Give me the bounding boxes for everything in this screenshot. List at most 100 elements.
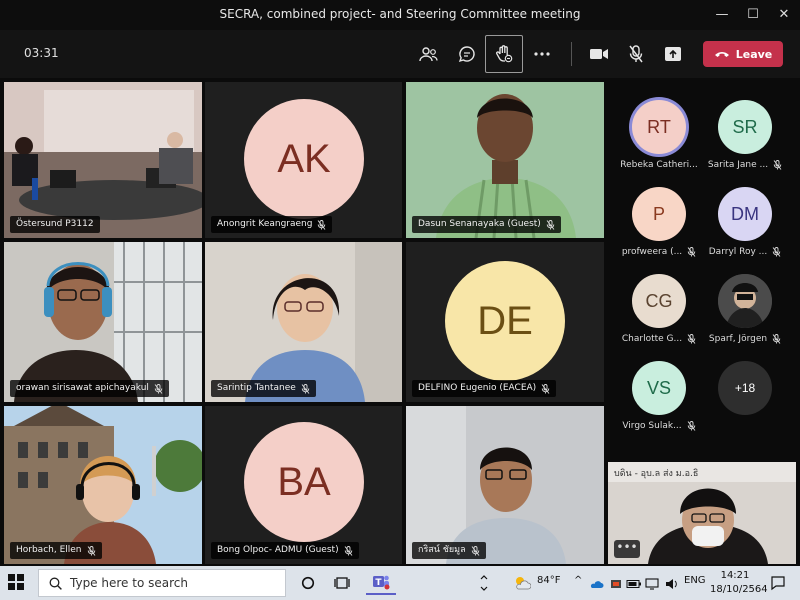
participant-video (4, 242, 202, 402)
phone-hangup-icon (714, 52, 729, 57)
roster-participant[interactable]: SR Sarita Jane ... (702, 100, 788, 180)
share-screen-icon (665, 47, 681, 61)
mic-off-icon (318, 219, 326, 230)
raise-hand-button[interactable] (485, 35, 523, 73)
more-icon (534, 52, 550, 56)
cortana-icon (301, 576, 315, 590)
video-tile[interactable]: AK Anongrit Keangraeng (205, 82, 402, 238)
roster-participant[interactable]: CG Charlotte G... (616, 274, 702, 354)
leave-label: Leave (735, 47, 773, 61)
roster-participant-name: Sparf, Jörgen (702, 334, 788, 344)
participant-video (4, 406, 202, 564)
mic-off-icon (541, 383, 550, 394)
mic-off-icon (87, 545, 95, 556)
conference-room-video (4, 82, 202, 238)
cloud-icon (590, 581, 604, 588)
chat-button[interactable] (450, 38, 484, 70)
app-tray-icon (611, 580, 621, 588)
participant-video (406, 406, 604, 564)
minimize-button[interactable]: — (711, 4, 733, 26)
taskbar-overflow-chevron[interactable] (477, 571, 491, 595)
windows-taskbar: Type here to search T 84°F ^ ENG 14:21 1… (0, 566, 800, 600)
participant-name-tag: กริสน์ ชัยมูล (412, 542, 486, 559)
video-tile[interactable]: Dasun Senanayaka (Guest) (406, 82, 604, 238)
meeting-toolbar: 03:31 Leave (0, 30, 800, 78)
meeting-stage: Östersund P3112 AK Anongrit Keangraeng D… (0, 78, 800, 566)
mic-off-icon (687, 334, 696, 344)
mic-off-icon (772, 334, 781, 344)
participant-avatar: DE (445, 261, 565, 381)
window-title-bar: SECRA, combined project- and Steering Co… (0, 0, 800, 30)
cortana-button[interactable] (296, 571, 320, 595)
weather-widget-icon[interactable] (510, 571, 534, 595)
close-button[interactable]: ✕ (773, 4, 795, 26)
roster-participant[interactable]: Sparf, Jörgen (702, 274, 788, 354)
participant-photo-avatar (718, 274, 772, 328)
raise-hand-icon (496, 45, 513, 63)
toolbar-divider (571, 42, 572, 66)
meeting-timer: 03:31 (24, 46, 59, 60)
taskbar-clock[interactable]: 14:21 18/10/2564 (710, 569, 768, 597)
volume-icon[interactable] (660, 572, 684, 596)
tray-expand-icon[interactable]: ^ (574, 575, 582, 586)
video-tile[interactable]: orawan sirisawat apichayakul (4, 242, 202, 402)
self-view-more-button[interactable]: ••• (614, 540, 640, 558)
chat-icon (458, 46, 475, 63)
people-button[interactable] (412, 38, 446, 70)
search-icon (49, 577, 62, 590)
teams-icon: T (373, 575, 390, 590)
video-tile[interactable]: BA Bong Olpoc- ADMU (Guest) (205, 406, 402, 564)
teams-taskbar-button[interactable]: T (366, 571, 396, 595)
mic-button[interactable] (619, 38, 653, 70)
taskbar-search-box[interactable]: Type here to search (38, 569, 286, 597)
leave-button[interactable]: Leave (703, 41, 783, 67)
roster-participant[interactable]: P profweera (... (616, 187, 702, 267)
task-view-button[interactable] (330, 571, 354, 595)
notification-button[interactable] (766, 571, 790, 595)
more-actions-button[interactable] (525, 38, 559, 70)
participant-name-tag: Östersund P3112 (10, 216, 100, 233)
video-tile[interactable]: Sarintip Tantanee (205, 242, 402, 402)
participant-avatar: VS (632, 361, 686, 415)
roster-participant-name: Virgo Sulak... (616, 421, 702, 431)
speaker-icon (666, 579, 677, 589)
participant-name-tag: orawan sirisawat apichayakul (10, 380, 169, 397)
participant-avatar: CG (632, 274, 686, 328)
video-tile[interactable]: DE DELFINO Eugenio (EACEA) (406, 242, 604, 402)
notification-icon (771, 576, 785, 591)
participant-avatar: DM (718, 187, 772, 241)
task-view-icon (334, 577, 350, 589)
maximize-button[interactable]: ☐ (742, 4, 764, 26)
participant-video (406, 82, 604, 238)
display-icon (645, 578, 659, 590)
roster-participant[interactable]: DM Darryl Roy ... (702, 187, 788, 267)
participant-avatar: RT (632, 100, 686, 154)
mic-off-icon (629, 45, 643, 63)
people-icon (419, 47, 438, 62)
roster-overflow[interactable]: +18 (702, 361, 788, 441)
mic-off-icon (301, 383, 310, 394)
mic-off-icon (546, 219, 555, 230)
camera-button[interactable] (582, 38, 616, 70)
mic-off-icon (773, 160, 782, 170)
video-tile[interactable]: กริสน์ ชัยมูล (406, 406, 604, 564)
video-tile[interactable]: Östersund P3112 (4, 82, 202, 238)
roster-participant-name: Sarita Jane ... (702, 160, 788, 170)
participant-avatar: AK (244, 99, 364, 219)
weather-temperature[interactable]: 84°F (537, 575, 560, 586)
participant-avatar: P (632, 187, 686, 241)
roster-participant[interactable]: VS Virgo Sulak... (616, 361, 702, 441)
camera-icon (590, 49, 608, 59)
video-tile[interactable]: Horbach, Ellen (4, 406, 202, 564)
share-screen-button[interactable] (656, 38, 690, 70)
mic-off-icon (687, 247, 696, 257)
mic-off-icon (772, 247, 781, 257)
roster-participant[interactable]: RT Rebeka Catheri... (616, 100, 702, 180)
overflow-count: +18 (718, 361, 772, 415)
roster-participant-name: profweera (... (616, 247, 702, 257)
start-button[interactable] (8, 574, 24, 594)
window-title: SECRA, combined project- and Steering Co… (219, 7, 581, 21)
participant-avatar: BA (244, 422, 364, 542)
search-placeholder: Type here to search (70, 576, 188, 590)
input-language[interactable]: ENG (684, 575, 706, 586)
